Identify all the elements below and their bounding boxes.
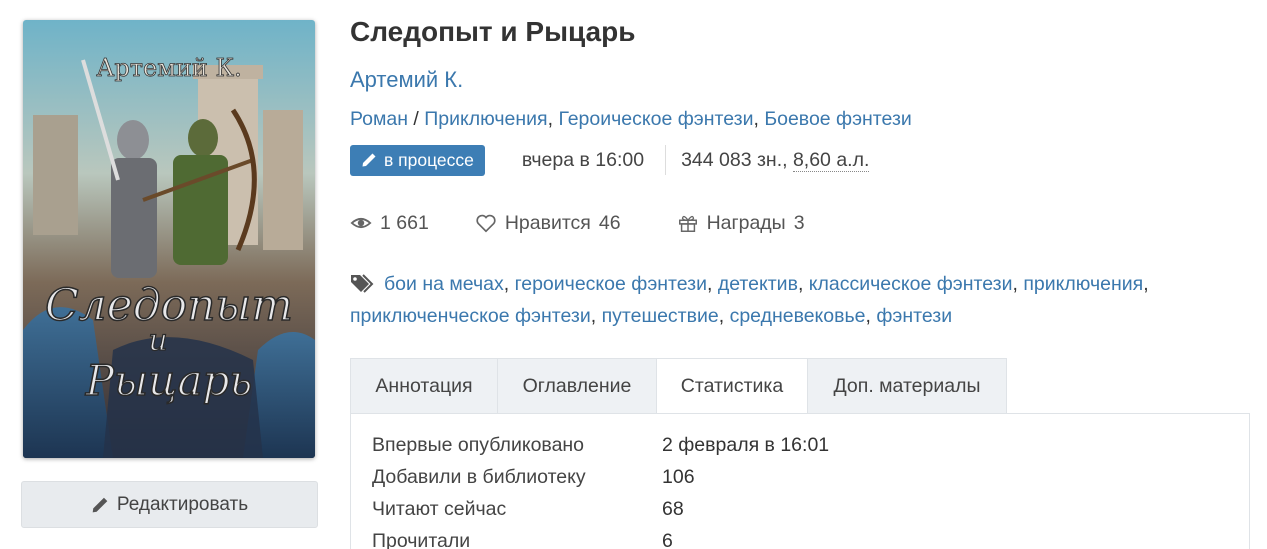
genre-separator: / <box>408 108 425 130</box>
status-badge: в процессе <box>350 144 485 176</box>
tab-contents[interactable]: Оглавление <box>497 358 656 414</box>
heart-icon <box>476 214 496 233</box>
edit-button-label: Редактировать <box>116 493 249 515</box>
stat-key: Добавили в библиотеку <box>372 466 586 488</box>
statistics-panel: Впервые опубликовано 2 февраля в 16:01 Д… <box>350 413 1250 549</box>
genre-link[interactable]: Боевое фэнтези <box>764 108 911 130</box>
book-size: 344 083 зн., 8,60 а.л. <box>666 148 870 172</box>
tag-link[interactable]: классическое фэнтези <box>809 273 1013 295</box>
tab-annotation[interactable]: Аннотация <box>350 358 497 414</box>
tags-icon <box>351 274 374 293</box>
stat-value: 68 <box>662 498 684 520</box>
pencil-icon <box>92 497 108 512</box>
tag-link[interactable]: средневековье <box>730 305 866 327</box>
tab-statistics[interactable]: Статистика <box>656 358 807 414</box>
cover-title-line-3: Рыцарь <box>85 356 253 405</box>
tab-extra-materials[interactable]: Доп. материалы <box>807 358 1007 414</box>
tag-link[interactable]: приключенческое фэнтези <box>350 305 591 327</box>
stat-key: Прочитали <box>372 530 471 549</box>
status-label: в процессе <box>384 149 474 170</box>
cover-title-line-2: и <box>148 323 167 358</box>
tag-link[interactable]: детектив <box>718 273 798 295</box>
stats-row: 1 661 Нравится 46 Награды 3 <box>350 208 805 238</box>
pencil-icon <box>362 153 376 167</box>
book-meta-row: в процессе вчера в 16:00 344 083 зн., 8,… <box>350 144 870 176</box>
stat-value: 6 <box>662 530 673 549</box>
book-cover[interactable]: Артемий К. Следопыт и Рыцарь <box>23 20 315 458</box>
gift-icon <box>678 215 697 232</box>
stat-value: 106 <box>662 466 695 488</box>
size-author-sheets[interactable]: 8,60 а.л. <box>792 148 870 172</box>
tag-link[interactable]: героическое фэнтези <box>515 273 707 295</box>
views-stat: 1 661 <box>350 212 429 235</box>
edit-button[interactable]: Редактировать <box>21 481 318 528</box>
book-cover-image: Артемий К. Следопыт и Рыцарь <box>23 20 315 458</box>
genre-link[interactable]: Героическое фэнтези <box>558 108 753 130</box>
stat-key: Впервые опубликовано <box>372 434 585 456</box>
tag-link[interactable]: фэнтези <box>876 305 952 327</box>
awards-count: 3 <box>793 211 805 234</box>
author-link[interactable]: Артемий К. <box>350 67 463 93</box>
stat-value: 2 февраля в 16:01 <box>662 434 830 456</box>
book-tabs: Аннотация Оглавление Статистика Доп. мат… <box>350 358 1007 414</box>
stat-key: Читают сейчас <box>372 498 507 520</box>
genre-prefix-link[interactable]: Роман <box>350 108 408 130</box>
updated-date: вчера в 16:00 <box>521 148 645 171</box>
awards-button[interactable]: Награды 3 <box>677 212 805 235</box>
eye-icon <box>350 217 372 229</box>
awards-label: Награды <box>706 211 786 234</box>
cover-author-text: Артемий К. <box>96 54 242 82</box>
genre-link[interactable]: Приключения <box>424 108 547 130</box>
cover-title-line-1: Следопыт <box>45 280 293 331</box>
tag-link[interactable]: путешествие <box>602 305 719 327</box>
tags-list: бои на мечах, героическое фэнтези, детек… <box>350 273 1149 327</box>
tag-link[interactable]: бои на мечах <box>384 273 504 295</box>
likes-count: 46 <box>598 211 621 234</box>
size-chars: 344 083 зн., <box>681 148 793 171</box>
like-button[interactable]: Нравится 46 <box>475 212 621 235</box>
views-count: 1 661 <box>380 211 429 234</box>
book-title: Следопыт и Рыцарь <box>350 16 636 47</box>
likes-label: Нравится <box>504 211 591 234</box>
genre-breadcrumb: Роман / Приключения, Героическое фэнтези… <box>350 108 912 130</box>
tag-link[interactable]: приключения <box>1023 273 1143 295</box>
